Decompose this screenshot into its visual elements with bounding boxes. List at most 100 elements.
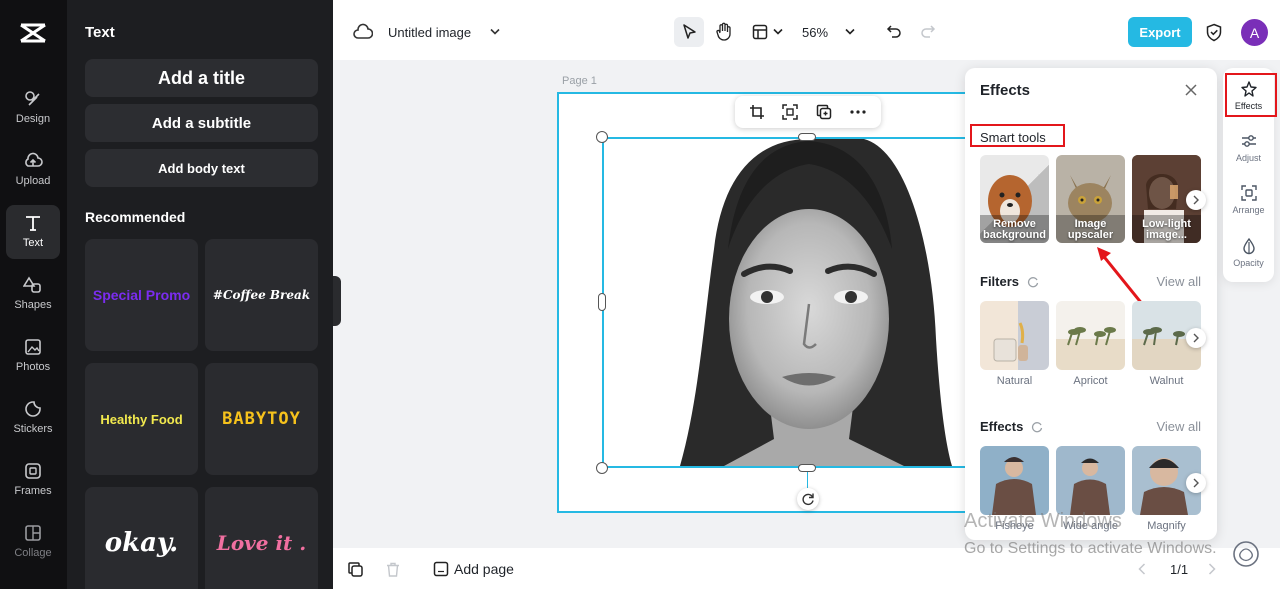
rotate-handle[interactable] <box>797 488 819 510</box>
rail-label: Upload <box>15 175 51 187</box>
text-icon <box>26 216 40 231</box>
add-subtitle-button[interactable]: Add a subtitle <box>85 104 318 142</box>
select-tool-button[interactable] <box>674 17 704 47</box>
rail-label: Frames <box>14 485 52 497</box>
template-label: okay. <box>104 528 179 558</box>
effects-view-all-link[interactable]: View all <box>1156 419 1201 434</box>
smart-tools-highlight <box>970 124 1065 147</box>
add-title-button[interactable]: Add a title <box>85 59 318 97</box>
add-page-icon[interactable] <box>433 561 449 577</box>
rail-item-stickers[interactable]: Stickers <box>6 391 60 445</box>
zoom-level[interactable]: 56% <box>802 25 828 40</box>
rail-item-text[interactable]: Text <box>6 205 60 259</box>
filters-view-all-link[interactable]: View all <box>1156 274 1201 289</box>
tool-arrange[interactable]: Arrange <box>1223 184 1274 215</box>
avatar[interactable]: A <box>1241 19 1268 46</box>
effect-fisheye[interactable] <box>980 446 1049 515</box>
resize-handle-bottom[interactable] <box>798 464 816 472</box>
template-card-coffee-break[interactable]: #Coffee Break <box>205 239 318 351</box>
tool-opacity[interactable]: Opacity <box>1223 237 1274 268</box>
floating-toolbar <box>735 96 881 128</box>
template-label: #Coffee Break <box>212 288 311 302</box>
chevron-down-icon[interactable] <box>845 28 855 36</box>
redo-icon[interactable] <box>920 24 936 40</box>
more-options-icon[interactable] <box>850 110 866 114</box>
smart-select-icon[interactable] <box>782 104 798 120</box>
rail-label: Design <box>15 113 51 125</box>
smart-tool-image-upscaler[interactable]: Image upscaler <box>1056 155 1125 243</box>
effects-section-title: Effects <box>980 419 1024 434</box>
selection-box[interactable] <box>602 137 972 468</box>
resize-handle-left[interactable] <box>598 293 606 311</box>
vase-thumbnail <box>993 322 1028 362</box>
add-page-button[interactable]: Add page <box>454 561 514 577</box>
template-card-okay[interactable]: okay. <box>85 487 198 589</box>
hand-icon[interactable] <box>715 22 733 42</box>
prev-page-icon[interactable] <box>1138 563 1146 575</box>
effects-next-button[interactable] <box>1186 473 1206 493</box>
stickers-icon <box>25 401 41 417</box>
rail-item-collage[interactable]: Collage <box>6 515 60 569</box>
text-panel: Text Add a title Add a subtitle Add body… <box>67 0 333 589</box>
chevron-right-icon <box>1193 333 1199 343</box>
template-label: Love it . <box>216 531 307 555</box>
red-arrow-annotation <box>1097 247 1145 306</box>
rail-item-design[interactable]: Design <box>6 81 60 135</box>
rail-label: Stickers <box>13 423 53 435</box>
export-button[interactable]: Export <box>1128 17 1192 47</box>
undo-icon[interactable] <box>886 24 902 40</box>
rail-item-photos[interactable]: Photos <box>6 329 60 383</box>
activation-watermark-title: Activate Windows <box>964 510 1122 532</box>
template-card-special-promo[interactable]: Special Promo <box>85 239 198 351</box>
effects-heading: Effects <box>980 419 1043 434</box>
next-page-icon[interactable] <box>1208 563 1216 575</box>
template-card-babytoy[interactable]: BABYTOY <box>205 363 318 475</box>
filters-title: Filters <box>980 274 1020 289</box>
chevron-down-icon[interactable] <box>490 28 500 36</box>
smart-tools-next-button[interactable] <box>1186 190 1206 210</box>
crop-icon[interactable] <box>749 104 765 120</box>
refresh-icon[interactable] <box>1027 276 1039 288</box>
filters-next-button[interactable] <box>1186 328 1206 348</box>
filter-natural[interactable] <box>980 301 1049 370</box>
rotate-icon <box>802 493 814 506</box>
tool-adjust[interactable]: Adjust <box>1223 132 1274 163</box>
page-duplicate-icon[interactable] <box>348 562 363 577</box>
smart-tool-remove-background[interactable]: Remove background <box>980 155 1049 243</box>
shield-icon[interactable] <box>1206 23 1222 42</box>
resize-handle-top-left[interactable] <box>596 131 608 143</box>
chevron-down-icon[interactable] <box>773 28 783 36</box>
rail-label: Photos <box>15 361 51 373</box>
document-title[interactable]: Untitled image <box>388 25 471 40</box>
template-card-healthy-food[interactable]: Healthy Food <box>85 363 198 475</box>
layout-icon[interactable] <box>752 24 768 40</box>
add-body-text-button[interactable]: Add body text <box>85 149 318 187</box>
tool-label: Arrange <box>1232 205 1265 215</box>
trash-icon[interactable] <box>386 562 400 577</box>
close-icon[interactable] <box>1185 84 1197 96</box>
frames-icon <box>25 463 41 479</box>
page-label: Page 1 <box>562 75 597 87</box>
panel-title: Text <box>85 24 115 41</box>
rail-item-frames[interactable]: Frames <box>6 453 60 507</box>
duplicate-icon[interactable] <box>816 104 832 120</box>
resize-handle-bottom-left[interactable] <box>596 462 608 474</box>
refresh-icon[interactable] <box>1031 421 1043 433</box>
effects-panel: Effects Smart tools Remove background Im… <box>965 68 1217 540</box>
rail-item-upload[interactable]: Upload <box>6 143 60 197</box>
rail-item-shapes[interactable]: Shapes <box>6 267 60 321</box>
filter-apricot[interactable] <box>1056 301 1125 370</box>
cloud-save-icon[interactable] <box>353 23 373 41</box>
resize-handle-top[interactable] <box>798 133 816 141</box>
tool-label: Opacity <box>1233 258 1264 268</box>
template-card-love-it[interactable]: Love it . <box>205 487 318 589</box>
upload-icon <box>25 152 43 167</box>
template-label: Healthy Food <box>100 411 183 427</box>
assistant-icon[interactable] <box>1232 540 1260 568</box>
pointer-icon <box>683 24 696 39</box>
effect-wide-angle[interactable] <box>1056 446 1125 515</box>
panel-collapse-handle[interactable] <box>333 276 341 326</box>
capcut-logo-icon[interactable] <box>18 20 48 46</box>
beach-thumbnail <box>1067 327 1116 346</box>
adjust-icon <box>1241 135 1256 147</box>
